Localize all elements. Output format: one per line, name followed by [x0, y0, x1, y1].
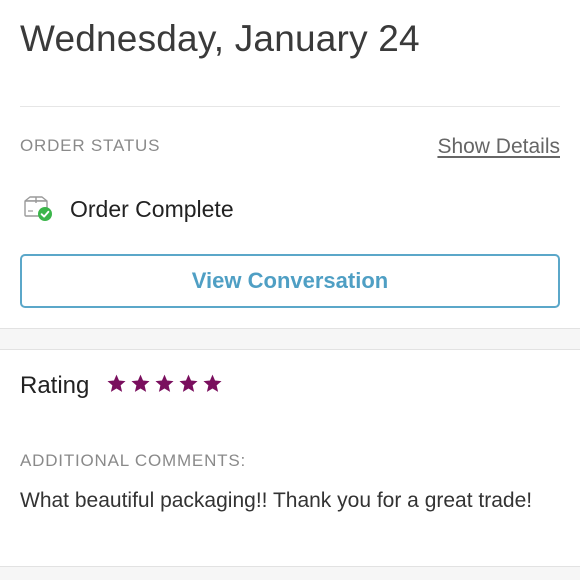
rating-stars	[106, 373, 223, 397]
rating-label: Rating	[20, 372, 90, 399]
view-conversation-button[interactable]: View Conversation	[20, 254, 560, 308]
section-separator	[0, 328, 580, 350]
section-separator-bottom	[0, 566, 580, 580]
additional-comments-label: ADDITIONAL COMMENTS:	[20, 451, 246, 470]
order-status-text: Order Complete	[70, 196, 234, 222]
star-icon	[179, 374, 198, 392]
star-icon	[131, 374, 150, 392]
package-check-icon	[24, 196, 52, 221]
additional-comments-text: What beautiful packaging!! Thank you for…	[20, 489, 533, 512]
show-details-link[interactable]: Show Details	[437, 135, 560, 159]
order-date-title: Wednesday, January 24	[20, 18, 420, 59]
star-icon	[155, 374, 174, 392]
star-icon	[107, 374, 126, 392]
view-conversation-label: View Conversation	[191, 268, 389, 293]
star-icon	[203, 374, 222, 392]
divider	[20, 106, 560, 107]
order-status-label: ORDER STATUS	[20, 136, 161, 155]
